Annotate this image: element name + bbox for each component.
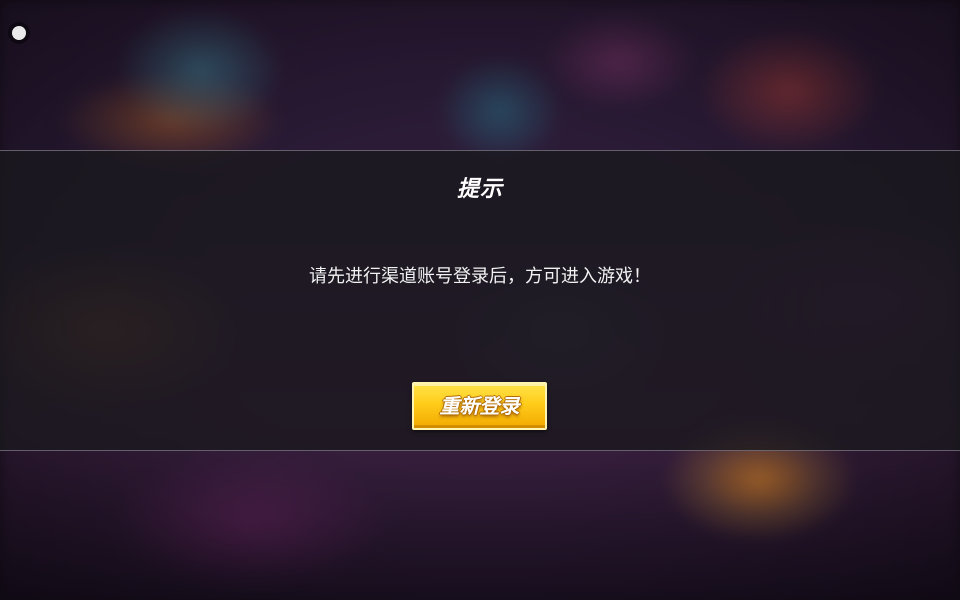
relogin-button[interactable]: 重新登录	[412, 382, 547, 430]
floating-menu-dot-icon[interactable]	[12, 26, 26, 40]
dialog-title: 提示	[456, 177, 503, 202]
login-prompt-dialog: 提示 请先进行渠道账号登录后，方可进入游戏！ 重新登录	[0, 150, 960, 451]
dialog-message: 请先进行渠道账号登录后，方可进入游戏！	[309, 266, 651, 287]
game-screen: 提示 请先进行渠道账号登录后，方可进入游戏！ 重新登录	[0, 0, 960, 600]
